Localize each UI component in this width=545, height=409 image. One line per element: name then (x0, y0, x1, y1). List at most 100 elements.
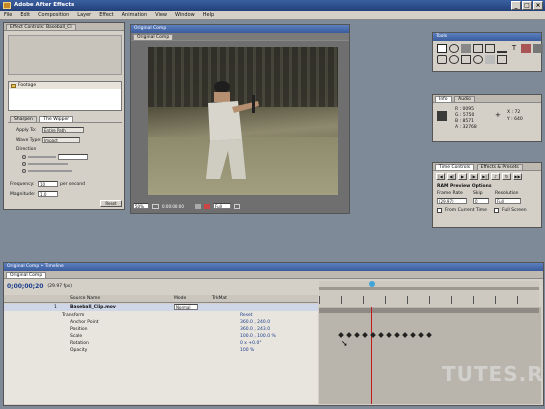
selection-tool-icon[interactable] (437, 44, 447, 53)
loop-button[interactable]: ↻ (502, 173, 511, 180)
previous-frame-button[interactable]: ◀| (447, 173, 456, 180)
menu-file[interactable]: File (4, 12, 12, 18)
pen-tool-icon[interactable] (497, 44, 507, 53)
direction-field[interactable] (58, 154, 88, 160)
keyframe-icon[interactable] (394, 332, 400, 338)
keyframe-icon[interactable] (346, 332, 352, 338)
source-name-header[interactable]: Source Name (70, 295, 100, 303)
puppet-tool-icon[interactable] (497, 55, 507, 64)
play-button[interactable]: ▶ (458, 173, 467, 180)
mode-header[interactable]: Mode (174, 295, 186, 303)
property-row-rotation[interactable]: Rotation 0 x +0.0° (4, 340, 318, 347)
rotation-value[interactable]: 0 x +0.0° (240, 340, 262, 347)
property-row-scale[interactable]: Scale 100.0 , 100.0 % (4, 333, 318, 340)
opacity-value[interactable]: 100 % (240, 347, 254, 354)
layer-name[interactable]: Baseball_Clip.mov (70, 304, 116, 311)
skip-input[interactable]: 0 (473, 198, 489, 204)
keyframe-icon[interactable] (338, 332, 344, 338)
property-row-anchor-point[interactable]: Anchor Point 360.0 , 240.0 (4, 319, 318, 326)
zoom-select[interactable]: 50% (133, 203, 149, 209)
keyframe-icon[interactable] (402, 332, 408, 338)
tab-original-comp-timeline[interactable]: Original Comp (6, 272, 47, 278)
first-frame-button[interactable]: |◀ (436, 173, 445, 180)
composition-preview-image[interactable] (148, 47, 338, 195)
scale-value[interactable]: 100.0 , 100.0 % (240, 333, 276, 340)
tab-effects-presets[interactable]: Effects & Presets (476, 164, 523, 170)
resolution-select[interactable]: Full (495, 198, 521, 204)
menu-view[interactable]: View (155, 12, 167, 18)
minimize-button[interactable]: _ (511, 1, 521, 10)
current-time-indicator[interactable] (369, 281, 375, 287)
magnitude-input[interactable]: 1.0 (38, 191, 58, 197)
pan-behind-tool-icon[interactable] (473, 44, 483, 53)
transform-reset-link[interactable]: Reset (240, 312, 253, 319)
maximize-button[interactable]: □ (522, 1, 532, 10)
keyframe-icon[interactable] (354, 332, 360, 338)
next-frame-button[interactable]: |▶ (469, 173, 478, 180)
roi-icon[interactable] (234, 203, 240, 209)
text-tool-icon[interactable]: T (509, 44, 519, 53)
tab-time-controls[interactable]: Time Controls (435, 164, 475, 170)
full-screen-checkbox[interactable] (494, 208, 499, 213)
reset-button[interactable]: Reset (100, 200, 122, 207)
channel-icon[interactable] (204, 203, 210, 209)
footage-folder-label[interactable]: Footage (18, 83, 36, 88)
keyframe-icon[interactable] (378, 332, 384, 338)
ellipse-mask-tool-icon[interactable] (473, 55, 483, 64)
keyframe-icon[interactable] (386, 332, 392, 338)
layer-duration-bar[interactable] (319, 308, 539, 313)
tab-audio[interactable]: Audio (454, 96, 475, 102)
tab-effect-controls[interactable]: Effect Controls: Baseball_Cl (6, 24, 76, 30)
keyframe-icon[interactable] (418, 332, 424, 338)
radio-button[interactable] (22, 162, 26, 166)
tab-sharpen[interactable]: Sharpen (10, 116, 37, 122)
eraser-tool-icon[interactable] (485, 55, 495, 64)
camera-icon[interactable] (152, 203, 159, 209)
radio-button[interactable] (22, 169, 26, 173)
position-value[interactable]: 360.0 , 243.0 (240, 326, 270, 333)
apply-to-select[interactable]: Entire Path (42, 127, 84, 133)
orbit-camera-tool-icon[interactable] (461, 55, 471, 64)
menu-help[interactable]: Help (203, 12, 214, 18)
hand-tool-icon[interactable] (437, 55, 447, 64)
radio-button[interactable] (22, 155, 26, 159)
trkmat-header[interactable]: TrkMat (212, 295, 227, 303)
anchor-point-value[interactable]: 360.0 , 240.0 (240, 319, 270, 326)
property-row-transform[interactable]: Transform Reset (4, 312, 318, 319)
menu-animation[interactable]: Animation (122, 12, 148, 18)
keyframe-icon[interactable] (362, 332, 368, 338)
audio-button[interactable]: ♪ (491, 173, 500, 180)
brush-tool-icon[interactable] (521, 44, 531, 53)
property-row-opacity[interactable]: Opacity 100 % (4, 347, 318, 354)
tab-original-comp[interactable]: Original Comp (133, 34, 174, 40)
camera-tool-icon[interactable] (461, 44, 471, 53)
menu-layer[interactable]: Layer (77, 12, 91, 18)
timeline-ruler[interactable] (319, 281, 539, 307)
keyframe-icon[interactable] (426, 332, 432, 338)
keyframe-icon[interactable] (410, 332, 416, 338)
tab-info[interactable]: Info (435, 96, 452, 102)
ram-preview-button[interactable]: ▶▶ (513, 173, 522, 180)
from-current-checkbox[interactable] (437, 208, 442, 213)
current-time-display[interactable]: 0;00;00;20 (7, 283, 43, 290)
rectangle-mask-tool-icon[interactable] (485, 44, 495, 53)
property-row-position[interactable]: Position 360.0 , 243.0 (4, 326, 318, 333)
menu-window[interactable]: Window (175, 12, 195, 18)
keyframe-icon[interactable] (370, 332, 376, 338)
menu-edit[interactable]: Edit (20, 12, 30, 18)
comp-timecode[interactable]: 0:00:00:00 (162, 204, 192, 209)
frame-rate-select[interactable]: (29.97) (437, 198, 467, 204)
timeline-graph-area[interactable]: ➘ (319, 307, 541, 404)
frequency-input[interactable]: 10 (38, 181, 58, 187)
menu-effect[interactable]: Effect (99, 12, 113, 18)
close-button[interactable]: × (533, 1, 543, 10)
zoom-tool-icon[interactable] (449, 55, 459, 64)
layer-row[interactable]: 1 Baseball_Clip.mov Normal (4, 304, 318, 311)
snapshot-icon[interactable] (195, 203, 201, 209)
tab-the-wipper[interactable]: The Wipper (39, 116, 74, 122)
layer-mode-select[interactable]: Normal (174, 304, 198, 310)
menu-composition[interactable]: Composition (38, 12, 69, 18)
last-frame-button[interactable]: ▶| (480, 173, 489, 180)
rotation-tool-icon[interactable] (449, 44, 459, 53)
resolution-select[interactable]: Full (213, 203, 231, 209)
